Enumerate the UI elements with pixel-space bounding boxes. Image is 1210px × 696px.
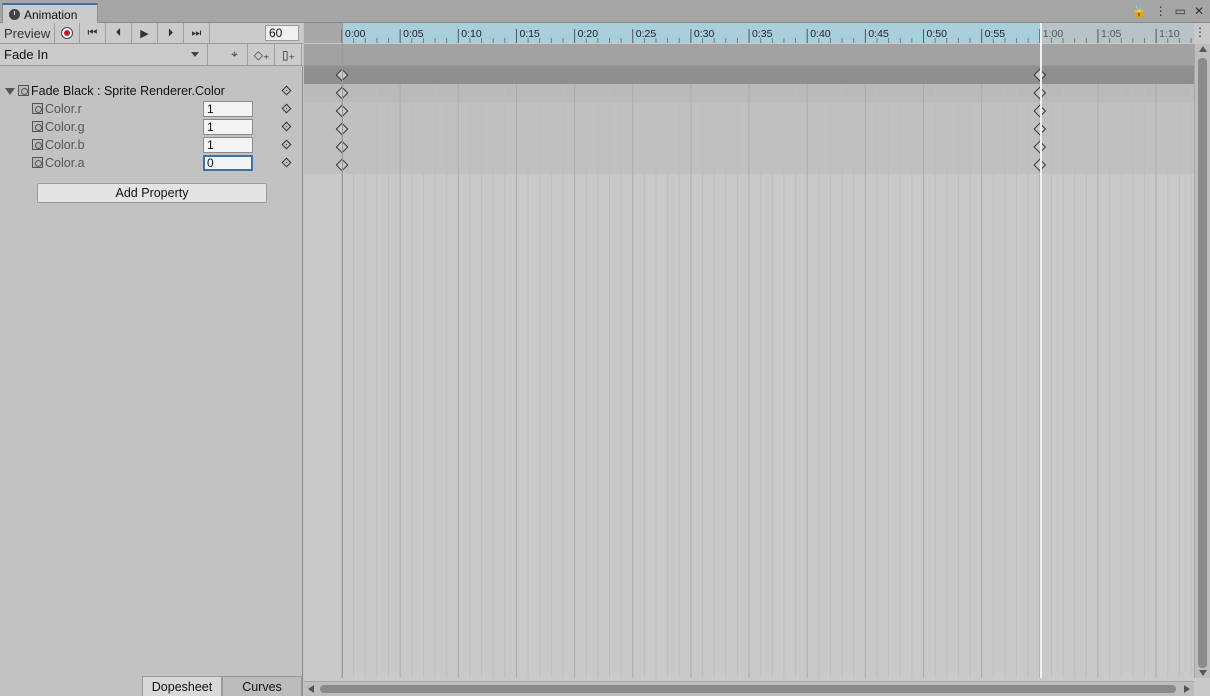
chevron-down-icon: [191, 52, 199, 57]
time-ruler[interactable]: 0:00 0:05 0:10 0:15 0:20 0:25 0:30 0:35 0:40 0:45…: [304, 23, 1194, 43]
add-event-icon[interactable]: ▯₊: [276, 44, 302, 65]
last-key-icon[interactable]: ⏭: [184, 23, 210, 43]
close-icon[interactable]: ✕: [1194, 4, 1204, 18]
ruler-tick-label: 0:50: [927, 28, 948, 40]
ruler-tick-label: 0:10: [461, 28, 482, 40]
more-icon[interactable]: ⋮: [1155, 4, 1167, 18]
add-property-button[interactable]: Add Property: [37, 183, 267, 203]
clip-end-line: [1040, 23, 1042, 678]
keyframe-grid[interactable]: [304, 66, 1194, 678]
scroll-thumb[interactable]: [1198, 58, 1207, 668]
prev-key-icon[interactable]: ⏴: [106, 23, 132, 43]
ruler-tick-label: 0:15: [519, 28, 540, 40]
value-field-r[interactable]: 1: [203, 101, 253, 117]
window-buttons: 🔓 ⋮ ▭ ✕: [1132, 4, 1204, 18]
record-icon: [61, 27, 73, 39]
scroll-up-icon[interactable]: [1199, 46, 1207, 52]
ruler-tick-label: 1:05: [1101, 28, 1122, 40]
clip-name: Fade In: [4, 47, 49, 62]
property-icon: [32, 103, 43, 114]
property-panel: Preview ⏮ ⏴ ▶ ⏵ ⏭ 60 Fade In ⌖ ◇₊ ▯₊ Fad…: [0, 23, 303, 696]
value-field-g[interactable]: 1: [203, 119, 253, 135]
lock-icon[interactable]: 🔓: [1132, 4, 1147, 18]
clip-dropdown[interactable]: Fade In: [0, 44, 208, 65]
filter-icon[interactable]: ⌖: [222, 44, 248, 65]
more-icon[interactable]: ⋮: [1194, 25, 1206, 39]
property-group[interactable]: Fade Black : Sprite Renderer.Color: [0, 82, 303, 100]
property-icon: [32, 121, 43, 132]
ruler-tick-label: 1:10: [1159, 28, 1180, 40]
property-row-a[interactable]: Color.a 0: [0, 154, 303, 172]
event-track[interactable]: [304, 44, 1194, 66]
tab-dopesheet[interactable]: Dopesheet: [142, 676, 222, 696]
summary-track-overlay: [304, 66, 1194, 84]
preview-button[interactable]: Preview: [0, 23, 55, 43]
play-icon[interactable]: ▶: [132, 23, 158, 43]
playback-toolbar: Preview ⏮ ⏴ ▶ ⏵ ⏭ 60: [0, 23, 303, 44]
keyframe-diamond-icon[interactable]: [281, 139, 292, 150]
scroll-left-icon[interactable]: [308, 685, 314, 693]
property-icon: [32, 157, 43, 168]
ruler-ticks: 0:00 0:05 0:10 0:15 0:20 0:25 0:30 0:35 0:40 0:45…: [341, 28, 1192, 43]
ruler-tick-label: 0:05: [403, 28, 424, 40]
property-label: Color.b: [45, 138, 85, 152]
ruler-tick-label: 0:45: [868, 28, 889, 40]
ruler-tick-label: 0:40: [810, 28, 831, 40]
ruler-tick-label: 0:20: [578, 28, 599, 40]
ruler-tick-label: 0:55: [985, 28, 1006, 40]
clock-icon: [9, 9, 20, 20]
keyframe-diamond-icon[interactable]: [281, 103, 292, 114]
property-label: Color.a: [45, 156, 85, 170]
first-key-icon[interactable]: ⏮: [80, 23, 106, 43]
keyframe-diamond-icon[interactable]: [281, 157, 292, 168]
animation-tab[interactable]: Animation: [2, 3, 98, 24]
record-button[interactable]: [55, 23, 80, 43]
foldout-arrow-icon[interactable]: [5, 88, 15, 95]
ruler-tick-label: 0:25: [636, 28, 657, 40]
property-row-b[interactable]: Color.b 1: [0, 136, 303, 154]
clip-start-line: [342, 23, 343, 678]
vertical-scrollbar[interactable]: [1194, 44, 1210, 678]
property-label: Color.r: [45, 102, 82, 116]
ruler-tick-label: 0:30: [694, 28, 715, 40]
keyframe-diamond-icon[interactable]: [281, 121, 292, 132]
ruler-tick-label: 0:35: [752, 28, 773, 40]
sample-rate-field[interactable]: 60: [265, 25, 299, 41]
tab-curves[interactable]: Curves: [222, 676, 302, 696]
dopesheet-timeline[interactable]: 0:00 0:05 0:10 0:15 0:20 0:25 0:30 0:35 0:40 0:45…: [304, 23, 1210, 696]
group-label: Fade Black : Sprite Renderer.Color: [31, 84, 225, 98]
property-icon: [32, 139, 43, 150]
add-keyframe-icon[interactable]: ◇₊: [249, 44, 275, 65]
scroll-thumb[interactable]: [320, 685, 1176, 693]
sprite-renderer-icon: [18, 85, 29, 96]
value-field-a[interactable]: 0: [203, 155, 253, 171]
horizontal-scrollbar[interactable]: [304, 681, 1194, 696]
maximize-icon[interactable]: ▭: [1175, 4, 1186, 18]
scroll-right-icon[interactable]: [1184, 685, 1190, 693]
scroll-down-icon[interactable]: [1199, 670, 1207, 676]
next-key-icon[interactable]: ⏵: [158, 23, 184, 43]
property-row-r[interactable]: Color.r 1: [0, 100, 303, 118]
window-titlebar: Animation 🔓 ⋮ ▭ ✕: [0, 0, 1210, 24]
property-label: Color.g: [45, 120, 85, 134]
property-row-g[interactable]: Color.g 1: [0, 118, 303, 136]
ruler-tick-label: 1:00: [1043, 28, 1064, 40]
tab-title: Animation: [24, 7, 78, 22]
view-tabs: Dopesheet Curves: [0, 674, 303, 696]
clip-bar: Fade In ⌖ ◇₊ ▯₊: [0, 44, 303, 66]
ruler-tick-label: 0:00: [345, 28, 366, 40]
value-field-b[interactable]: 1: [203, 137, 253, 153]
keyframe-diamond-icon[interactable]: [281, 85, 292, 96]
